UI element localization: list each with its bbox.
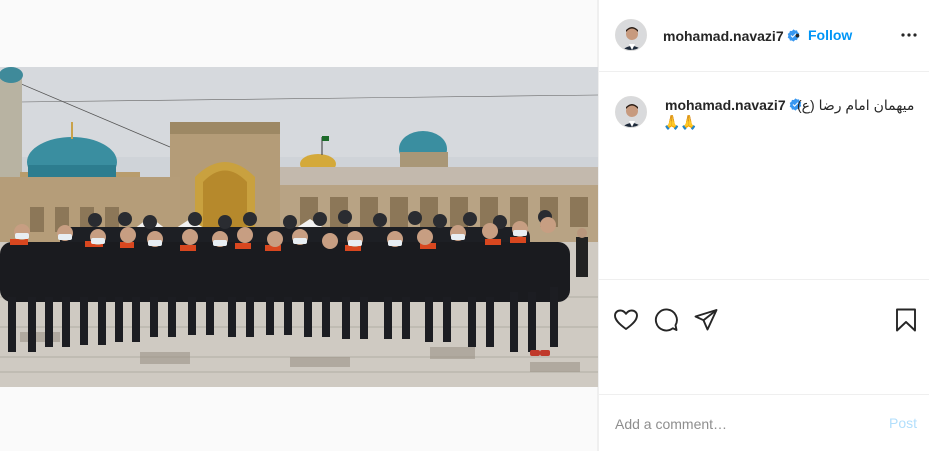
share-button[interactable]	[693, 307, 719, 333]
post-media	[0, 0, 598, 451]
username[interactable]: mohamad.navazi7	[663, 28, 800, 44]
caption-username[interactable]: mohamad.navazi7	[665, 97, 802, 113]
more-horizontal-icon	[901, 33, 917, 37]
comment-icon	[654, 308, 678, 332]
comment-button[interactable]	[653, 307, 679, 333]
separator-dot: •	[795, 27, 800, 43]
post-actions	[599, 279, 929, 394]
instagram-post: mohamad.navazi7 • Follow mohamad.navazi7…	[0, 0, 929, 451]
comment-bar: Post	[599, 394, 929, 451]
post-header: mohamad.navazi7 • Follow	[599, 0, 929, 72]
username-text[interactable]: mohamad.navazi7	[663, 28, 784, 44]
caption-username-text[interactable]: mohamad.navazi7	[665, 97, 786, 113]
heart-icon	[614, 309, 638, 330]
caption-text: میهمان امام رضا (ع)	[797, 97, 915, 113]
comment-input[interactable]	[615, 415, 875, 433]
like-button[interactable]	[613, 307, 639, 333]
bookmark-icon	[896, 308, 916, 332]
caption-emoji: 🙏🙏	[663, 114, 698, 130]
avatar[interactable]	[615, 19, 647, 51]
caption-avatar[interactable]	[615, 96, 647, 128]
more-options-button[interactable]	[899, 25, 919, 45]
post-photo[interactable]	[0, 67, 598, 387]
save-button[interactable]	[893, 307, 919, 333]
post-comment-button[interactable]: Post	[889, 415, 917, 431]
share-icon	[694, 309, 718, 331]
follow-button[interactable]: Follow	[808, 27, 852, 43]
post-sidebar: mohamad.navazi7 • Follow mohamad.navazi7…	[598, 0, 929, 451]
